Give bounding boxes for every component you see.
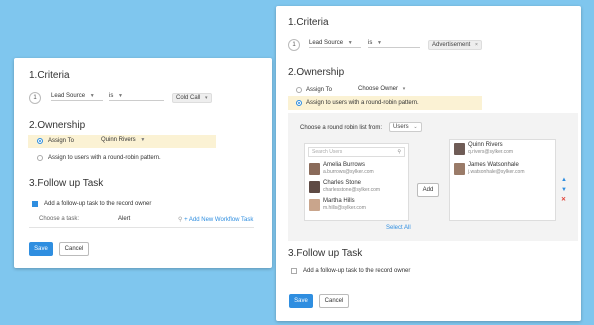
criteria-operator-value: is bbox=[109, 93, 114, 99]
assign-to-label: Assign To bbox=[48, 138, 74, 144]
ownership-heading: 2.Ownership bbox=[288, 67, 345, 78]
assign-to-owner-value: Quinn Rivers bbox=[101, 137, 136, 143]
user-email: q.rivers@sylker.com bbox=[468, 149, 514, 155]
user-name: Charles Stone bbox=[323, 180, 362, 186]
criteria-field-dropdown[interactable]: Lead Source ▼ bbox=[309, 40, 361, 48]
user-email: m.hills@sylker.com bbox=[323, 205, 366, 211]
save-button[interactable]: Save bbox=[289, 294, 313, 308]
assign-to-radio[interactable] bbox=[37, 138, 43, 144]
chevron-down-icon: ▼ bbox=[89, 93, 95, 99]
avatar bbox=[309, 199, 320, 211]
add-workflow-task-text: + Add New Workflow Task bbox=[184, 217, 254, 223]
user-name: Quinn Rivers bbox=[468, 142, 503, 148]
cancel-button[interactable]: Cancel bbox=[319, 294, 349, 308]
criteria-operator-dropdown[interactable]: is ▼ bbox=[368, 40, 420, 48]
list-from-label: Choose a round robin list from: bbox=[300, 125, 383, 131]
avatar bbox=[309, 163, 320, 175]
round-robin-label: Assign to users with a round-robin patte… bbox=[306, 100, 419, 106]
user-name: Amelia Burrows bbox=[323, 162, 366, 168]
round-robin-radio[interactable] bbox=[296, 100, 302, 106]
criteria-heading: 1.Criteria bbox=[288, 17, 329, 28]
criteria-heading: 1.Criteria bbox=[29, 70, 70, 81]
add-button[interactable]: Add bbox=[417, 183, 439, 197]
add-workflow-task-link[interactable]: ⚲ + Add New Workflow Task bbox=[178, 216, 253, 223]
assign-to-label: Assign To bbox=[306, 87, 332, 93]
criteria-field-value: Lead Source bbox=[309, 40, 344, 46]
list-from-dropdown[interactable]: Users ⌄ bbox=[389, 122, 422, 132]
chevron-down-icon: ▾ bbox=[205, 95, 208, 101]
criteria-value-chip[interactable]: Cold Call ▾ bbox=[172, 93, 212, 103]
followup-checkbox-label: Add a follow-up task to the record owner bbox=[44, 201, 152, 207]
round-robin-label: Assign to users with a round-robin patte… bbox=[48, 155, 161, 161]
close-icon[interactable]: ✕ bbox=[561, 197, 566, 203]
save-button[interactable]: Save bbox=[29, 242, 53, 256]
followup-heading: 3.Follow up Task bbox=[29, 178, 104, 189]
criteria-number-badge: 1 bbox=[29, 92, 41, 104]
task-value[interactable]: Alert bbox=[118, 216, 130, 222]
avatar bbox=[309, 181, 320, 193]
search-placeholder: Search Users bbox=[312, 149, 343, 155]
arrow-up-icon[interactable]: ▲ bbox=[561, 177, 567, 183]
user-email: charlesstone@sylker.com bbox=[323, 187, 381, 193]
chevron-down-icon: ▾ bbox=[402, 86, 406, 92]
followup-checkbox[interactable] bbox=[291, 268, 297, 274]
choose-owner-dropdown[interactable]: Choose Owner ▾ bbox=[358, 86, 405, 93]
criteria-operator-dropdown[interactable]: is ▼ bbox=[109, 93, 164, 101]
select-all-link[interactable]: Select All bbox=[386, 225, 411, 231]
chevron-down-icon: ▼ bbox=[347, 40, 353, 46]
choose-task-label: Choose a task: bbox=[39, 216, 80, 222]
round-robin-radio[interactable] bbox=[37, 155, 43, 161]
round-robin-config: Choose a round robin list from: Users ⌄ … bbox=[288, 113, 578, 241]
chevron-down-icon: ⌄ bbox=[413, 124, 418, 130]
selected-users-list[interactable]: Quinn Rivers q.rivers@sylker.com James W… bbox=[449, 139, 556, 221]
criteria-value-text: Cold Call bbox=[176, 95, 201, 101]
criteria-number-badge: 1 bbox=[288, 39, 300, 51]
assign-to-radio[interactable] bbox=[296, 87, 302, 93]
user-name: James Watsonhale bbox=[468, 162, 519, 168]
arrow-down-icon[interactable]: ▼ bbox=[561, 187, 567, 193]
chevron-down-icon: ▼ bbox=[140, 137, 146, 143]
ownership-heading: 2.Ownership bbox=[29, 120, 86, 131]
search-icon: ⚲ bbox=[397, 149, 401, 155]
search-icon: ⚲ bbox=[178, 217, 183, 223]
followup-checkbox[interactable] bbox=[32, 201, 38, 207]
chevron-down-icon: ▼ bbox=[118, 93, 123, 99]
criteria-value-chip[interactable]: Advertisement × bbox=[428, 40, 482, 50]
followup-checkbox-label: Add a follow-up task to the record owner bbox=[303, 268, 411, 274]
divider bbox=[29, 227, 254, 228]
available-users-list[interactable]: Search Users ⚲ Amelia Burrows a.burrows@… bbox=[304, 143, 409, 221]
cancel-button[interactable]: Cancel bbox=[59, 242, 89, 256]
user-email: a.burrows@sylker.com bbox=[323, 169, 374, 175]
choose-owner-value: Choose Owner bbox=[358, 86, 399, 92]
user-email: j.watsonhale@sylker.com bbox=[468, 169, 525, 175]
criteria-field-dropdown[interactable]: Lead Source ▼ bbox=[51, 93, 103, 101]
avatar bbox=[454, 163, 465, 175]
chevron-down-icon: × bbox=[475, 42, 478, 48]
user-name: Martha Hills bbox=[323, 198, 355, 204]
chevron-down-icon: ▼ bbox=[377, 40, 382, 46]
criteria-operator-value: is bbox=[368, 40, 373, 46]
search-input[interactable]: Search Users ⚲ bbox=[308, 147, 405, 157]
criteria-field-value: Lead Source bbox=[51, 93, 86, 99]
list-from-value: Users bbox=[393, 124, 409, 130]
criteria-value-text: Advertisement bbox=[432, 42, 471, 48]
avatar bbox=[454, 143, 465, 155]
followup-heading: 3.Follow up Task bbox=[288, 248, 363, 259]
left-workflow-panel: 1.Criteria 1 Lead Source ▼ is ▼ Cold Cal… bbox=[14, 58, 272, 268]
assign-to-owner-dropdown[interactable]: Quinn Rivers ▼ bbox=[101, 137, 145, 144]
